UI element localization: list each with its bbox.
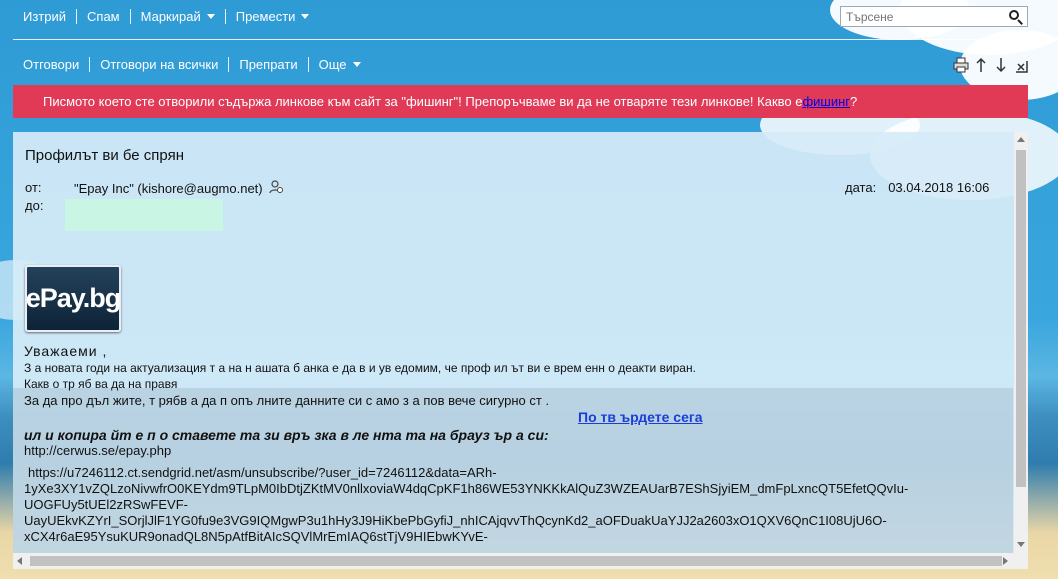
epay-logo: ePay.bg: [25, 265, 121, 332]
vertical-scrollbar[interactable]: [1014, 132, 1028, 569]
date-value: 03.04.2018 16:06: [888, 180, 990, 195]
from-value: "Epay Inc" (kishore@augmo.net): [74, 181, 263, 196]
more-dropdown[interactable]: Още: [309, 57, 371, 72]
forward-button[interactable]: Препрати: [229, 57, 307, 72]
message-panel: Профилът ви бе спрян от: "Epay Inc" (kis…: [13, 132, 1028, 569]
copy-instruction-text: ил и копира йт е п о ставете та зи връ з…: [24, 427, 549, 443]
scroll-right-icon[interactable]: [1003, 557, 1008, 565]
mark-dropdown[interactable]: Маркирай: [131, 9, 225, 24]
mark-dropdown-label: Маркирай: [140, 8, 201, 24]
long-url-line: https://u7246112.ct.sendgrid.net/asm/uns…: [28, 465, 497, 480]
date-label: дата:: [845, 180, 877, 195]
reply-button[interactable]: Отговори: [13, 57, 89, 72]
more-dropdown-label: Още: [318, 56, 347, 72]
long-url-line: UOGFUy5tUEl2zRSwFEVF-: [24, 497, 188, 512]
move-dropdown[interactable]: Премести: [226, 9, 320, 24]
scroll-down-icon[interactable]: [1017, 542, 1025, 547]
close-icon[interactable]: [1013, 57, 1029, 73]
date-field: дата: 03.04.2018 16:06: [845, 180, 989, 195]
scroll-up-icon[interactable]: [1017, 137, 1025, 142]
reply-all-button[interactable]: Отговори на всички: [90, 57, 228, 72]
chevron-down-icon: [301, 13, 310, 19]
to-recipient-redacted: [65, 199, 223, 231]
to-label: до:: [25, 198, 44, 213]
body-line: З а новата годи на актуализация т а на н…: [24, 361, 696, 375]
message-view-icons: [953, 57, 1029, 73]
confirm-now-link[interactable]: По тв ърдете сега: [578, 409, 702, 425]
search-icon[interactable]: [1008, 9, 1024, 25]
move-dropdown-label: Премести: [235, 8, 296, 24]
scroll-left-icon[interactable]: [17, 557, 22, 565]
from-field: "Epay Inc" (kishore@augmo.net): [74, 180, 283, 197]
message-action-toolbar: Отговори Отговори на всички Препрати Още: [13, 53, 371, 75]
body-line: За да про дъл жите, т рябв а да п опъ лн…: [24, 393, 550, 408]
epay-logo-text: ePay.bg: [25, 283, 122, 313]
top-toolbar: Изтрий Спам Маркирай Премести: [13, 5, 319, 27]
toolbar-separator: [76, 8, 78, 24]
message-subject: Профилът ви бе спрян: [25, 147, 185, 164]
phishing-warning-suffix: ?: [850, 94, 858, 109]
add-contact-icon[interactable]: [269, 180, 283, 197]
horizontal-scroll-thumb[interactable]: [30, 556, 1002, 566]
delete-button[interactable]: Изтрий: [13, 9, 76, 24]
long-url-block: 1yXe3XY1vZQLzoNivwfrO0KEYdm9TLpM0IbDtjZK…: [24, 481, 908, 545]
toolbar-separator: [228, 56, 230, 72]
toolbar-separator: [224, 8, 226, 24]
greeting-text: Уважаеми ,: [24, 343, 108, 359]
chevron-down-icon: [206, 13, 215, 19]
long-url-line: UayUEkvKZYrI_SOrjlJlF1YG0fu9e3VG9IQMgwP3…: [24, 513, 887, 528]
from-label: от:: [25, 180, 42, 195]
phishing-warning-banner: Писмото което сте отворили съдържа линко…: [13, 85, 1028, 118]
spam-button[interactable]: Спам: [77, 9, 130, 24]
search-input[interactable]: [841, 7, 1008, 26]
plain-url-text: http://cerwus.se/epay.php: [24, 443, 172, 458]
arrow-down-icon[interactable]: [993, 57, 1009, 73]
vertical-scroll-thumb[interactable]: [1016, 150, 1026, 487]
phishing-warning-text: Писмото което сте отворили съдържа линко…: [43, 94, 803, 109]
toolbar-separator: [129, 8, 131, 24]
toolbar-divider: [13, 39, 1029, 40]
search-box: [840, 6, 1028, 27]
print-icon[interactable]: [953, 57, 969, 73]
toolbar-separator: [89, 56, 91, 72]
body-line: Какв о тр яб ва да на правя: [24, 377, 178, 391]
horizontal-scrollbar[interactable]: [13, 553, 1014, 569]
long-url-line: xCX4r6aE95YsuKUR9onadQL8N5pAtfBitAIcSQVl…: [24, 529, 488, 544]
chevron-down-icon: [352, 61, 361, 67]
long-url-line: 1yXe3XY1vZQLzoNivwfrO0KEYdm9TLpM0IbDtjZK…: [24, 481, 909, 496]
toolbar-separator: [307, 56, 309, 72]
phishing-info-link[interactable]: фишинг: [802, 94, 850, 109]
arrow-up-icon[interactable]: [973, 57, 989, 73]
